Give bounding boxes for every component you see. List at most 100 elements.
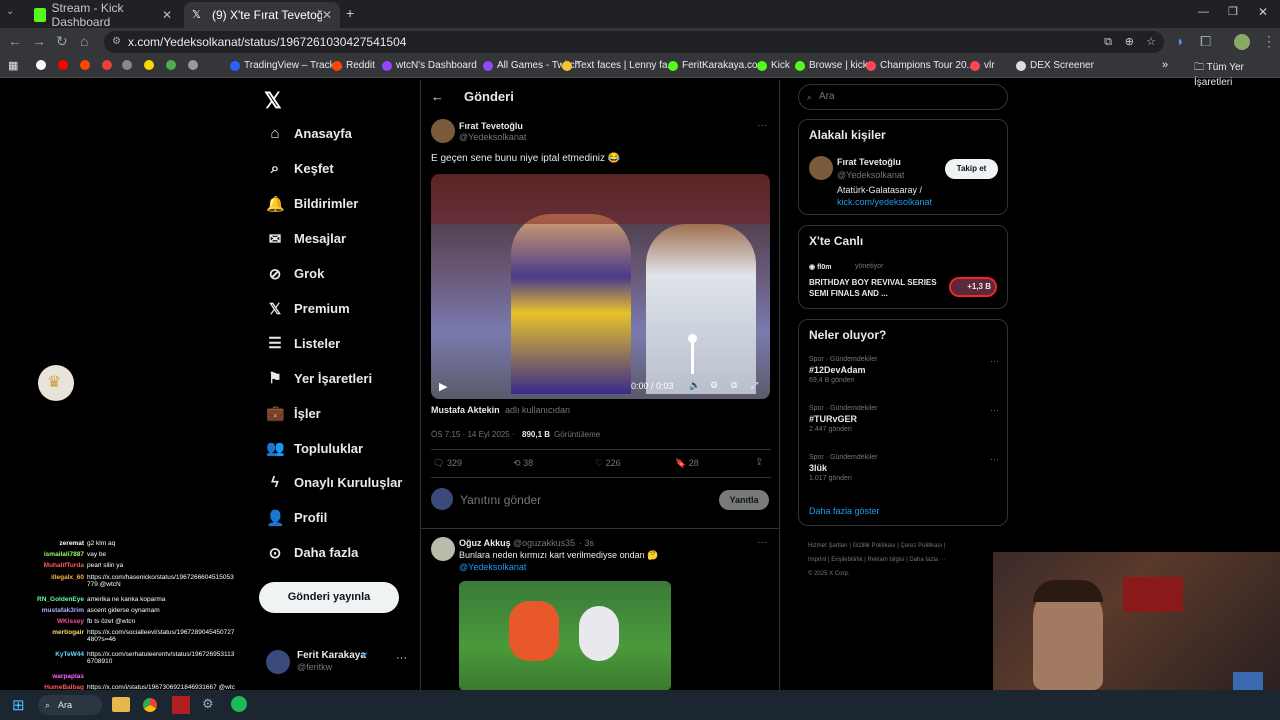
trend-item[interactable]: Spor · Gündemdekiler 3lük 1.017 gönderi ··· [809, 454, 999, 484]
tab-search-icon[interactable]: ⌄ [6, 6, 14, 17]
tab-x-post[interactable]: 𝕏 (9) X'te Fırat Tevetoğlu: "E geçen ✕ [184, 2, 340, 28]
bookmark-item[interactable]: Browse | kick [795, 60, 868, 71]
trend-item[interactable]: Spor · Gündemdekiler #12DevAdam 69,4 B gön… [809, 356, 999, 386]
bookmark-item[interactable]: Champions Tour 20... [866, 60, 975, 71]
app-icon[interactable] [172, 696, 190, 714]
site-info-icon[interactable]: ⚙ [112, 31, 121, 53]
video-attribution-user[interactable]: Mustafa Aktekin [431, 405, 500, 415]
reply-mention[interactable]: @Yedeksolkanat [459, 562, 526, 572]
pip-icon[interactable]: ⧉ [731, 380, 737, 391]
windows-start-icon[interactable]: ⊞ [12, 696, 25, 714]
nav-item-5[interactable]: 𝕏 Premium [266, 300, 350, 318]
nav-item-12[interactable]: ⊙ Daha fazla [266, 544, 359, 562]
back-icon[interactable]: ← [8, 33, 22, 49]
nav-item-0[interactable]: ⌂ Anasayfa [266, 125, 351, 142]
forward-icon[interactable]: → [32, 33, 46, 49]
bookmark-item[interactable] [122, 60, 136, 70]
more-options-icon[interactable]: ··· [757, 120, 767, 131]
zoom-icon[interactable]: ⊕ [1125, 31, 1134, 53]
nav-item-1[interactable]: ⌕ Keşfet [266, 160, 334, 177]
tab-kick-dashboard[interactable]: Stream - Kick Dashboard ✕ [26, 1, 180, 29]
reply-author-handle[interactable]: @oguzakkus35 [513, 538, 575, 548]
taskbar-search[interactable]: ⌕ Ara [38, 695, 102, 715]
reload-icon[interactable]: ↻ [56, 33, 68, 50]
related-link[interactable]: kick.com/yedeksolkanat [837, 197, 932, 207]
url-input[interactable]: ⚙ x.com/Yedeksolkanat/status/19672610304… [104, 31, 1164, 53]
trend-more-icon[interactable]: ··· [990, 405, 999, 415]
chat-username[interactable]: mertiogair [0, 629, 84, 636]
more-bookmarks-icon[interactable]: » [1162, 59, 1168, 71]
account-switcher[interactable]: Ferit Karakaya ✔ @feritkw ··· [266, 650, 416, 676]
author-handle[interactable]: @Yedeksolkanat [459, 132, 526, 142]
spotify-icon[interactable] [231, 696, 247, 712]
menu-icon[interactable]: ⋮ [1262, 33, 1276, 50]
bookmark-action[interactable]: 🔖 28 [675, 458, 699, 469]
related-handle[interactable]: @Yedeksolkanat [837, 170, 904, 180]
new-tab-icon[interactable]: + [346, 5, 354, 21]
bookmark-item[interactable] [36, 60, 50, 70]
trend-more-icon[interactable]: ··· [990, 454, 999, 464]
author-avatar[interactable] [431, 119, 455, 143]
volume-icon[interactable]: 🔈 [689, 380, 700, 391]
close-icon[interactable]: ✕ [162, 8, 172, 22]
nav-item-8[interactable]: 💼 İşler [266, 404, 321, 422]
close-window-icon[interactable]: ✕ [1258, 5, 1268, 19]
post-button[interactable]: Gönderi yayınla [259, 582, 399, 613]
file-explorer-icon[interactable] [112, 697, 130, 712]
bookmark-item[interactable] [144, 60, 158, 70]
reply-input[interactable]: Yanıtını gönder [460, 493, 541, 507]
bookmark-item[interactable] [102, 60, 116, 70]
trend-item[interactable]: Spor · Gündemdekiler #TURvGER 2.447 gönder… [809, 405, 999, 435]
bookmark-item[interactable]: DEX Screener [1016, 60, 1094, 71]
restore-icon[interactable]: ❐ [1228, 5, 1238, 18]
bookmark-item[interactable]: Reddit [332, 60, 375, 71]
live-title[interactable]: BRITHDAY BOY REVIVAL SERIES SEMI FINALS … [809, 277, 937, 299]
reply-author-name[interactable]: Oğuz Akkuş [459, 538, 511, 548]
play-icon[interactable]: ▶ [439, 380, 447, 393]
all-bookmarks[interactable]: 🗀 Tüm Yer İşaretleri [1194, 60, 1280, 88]
trend-more-icon[interactable]: ··· [990, 356, 999, 366]
chat-username[interactable]: MuhalifTurda [0, 562, 84, 569]
extensions-icon[interactable]: ⧠ [1200, 33, 1211, 50]
like-action[interactable]: ♡ 226 [595, 458, 621, 469]
chat-username[interactable]: ismailali7887 [0, 551, 84, 558]
related-avatar[interactable] [809, 156, 833, 180]
fullscreen-icon[interactable]: ⤢ [751, 380, 758, 391]
install-app-icon[interactable]: ⧉ [1104, 31, 1112, 53]
nav-item-2[interactable]: 🔔 Bildirimler [266, 195, 358, 213]
footer-line[interactable]: Hizmet Şartları | Gizlilik Politikası | … [808, 539, 946, 553]
reply-action[interactable]: 🗨 329 [433, 458, 462, 469]
chat-username[interactable]: RN_GoldenEye [0, 596, 84, 603]
chat-username[interactable]: warpaplas [0, 673, 84, 680]
reply-image[interactable] [459, 581, 671, 691]
star-icon[interactable]: ☆ [1146, 31, 1156, 53]
profile-avatar[interactable] [1234, 34, 1250, 50]
bookmark-item[interactable]: FeritKarakaya.com [668, 60, 766, 71]
bookmark-item[interactable]: Text faces | Lenny fa... [562, 60, 676, 71]
close-icon[interactable]: ✕ [322, 8, 332, 22]
reply-button[interactable]: Yanıtla [719, 490, 769, 510]
chrome-icon[interactable] [141, 696, 159, 714]
nav-item-9[interactable]: 👥 Topluluklar [266, 439, 363, 457]
nav-item-11[interactable]: 👤 Profil [266, 509, 327, 527]
volume-handle[interactable] [688, 334, 697, 343]
author-name[interactable]: Fırat Tevetoğlu [459, 121, 523, 131]
home-icon[interactable]: ⌂ [80, 33, 88, 49]
chat-username[interactable]: illegalx_60 [0, 574, 84, 581]
nav-item-3[interactable]: ✉ Mesajlar [266, 230, 346, 248]
share-icon[interactable]: ⇪ [755, 457, 763, 468]
more-options-icon[interactable]: ··· [757, 537, 767, 548]
chat-username[interactable]: zeremat [0, 540, 84, 547]
nav-item-10[interactable]: ϟ Onaylı Kuruluşlar [266, 474, 402, 491]
more-icon[interactable]: ··· [396, 652, 407, 664]
x-logo-icon[interactable]: 𝕏 [264, 88, 282, 114]
footer-line[interactable]: Imprint | Erişilebilirlik | Reklam bilgi… [808, 553, 946, 567]
related-name[interactable]: Fırat Tevetoğlu [837, 157, 901, 167]
bookmark-item[interactable] [166, 60, 180, 70]
steam-icon[interactable]: ⚙ [202, 696, 214, 712]
repost-action[interactable]: ⟲ 38 [513, 458, 533, 469]
chat-username[interactable]: mustafak3rim [0, 607, 84, 614]
chat-username[interactable]: KyTeW44 [0, 651, 84, 658]
chat-username[interactable]: WKissey [0, 618, 84, 625]
back-arrow-icon[interactable]: ← [431, 89, 444, 104]
